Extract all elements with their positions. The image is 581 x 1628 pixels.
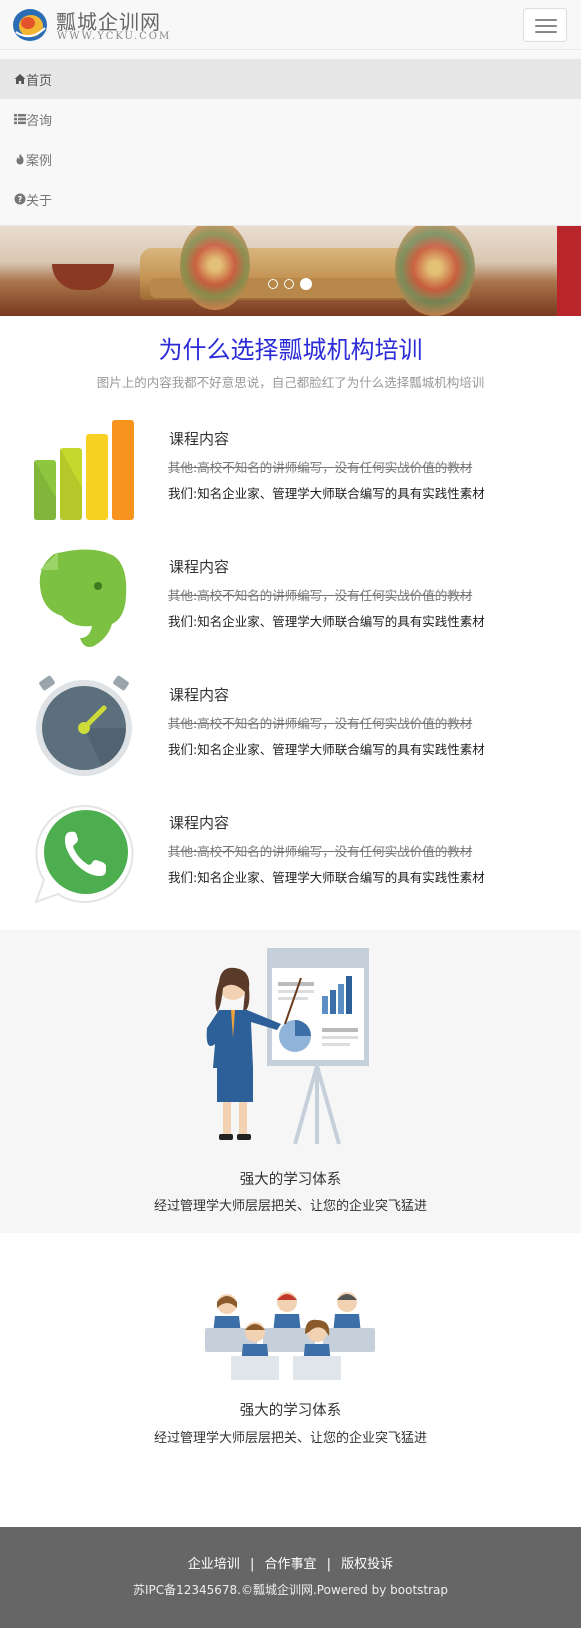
menu-item-home[interactable]: 首页 xyxy=(0,59,581,99)
carousel-dot[interactable] xyxy=(268,279,278,289)
presenter-illustration xyxy=(206,948,369,1145)
footer-copyright: 苏IPC备12345678.©瓢城企训网.Powered by bootstra… xyxy=(132,1583,449,1597)
footer: 企业培训 | 合作事宜 | 版权投诉 苏IPC备12345678.©瓢城企训网.… xyxy=(0,1527,581,1628)
footer-links: 企业培训 | 合作事宜 | 版权投诉 xyxy=(0,1553,581,1572)
feature-new-text: 我们:知名企业家、管理学大师联合编写的具有实践性素材 xyxy=(168,614,485,629)
menu-item-label: 首页 xyxy=(26,73,53,89)
panel-title: 强大的学习体系 xyxy=(239,1172,342,1188)
panel-description: 经过管理学大师层层把关、让您的企业突飞猛进 xyxy=(153,1431,427,1446)
home-icon xyxy=(14,74,26,84)
feature-item: 课程内容 其他:高校不知名的讲师编写，没有任何实战价值的教材 我们:知名企业家、… xyxy=(0,546,581,656)
footer-separator: | xyxy=(249,1557,255,1572)
menu-item-label: 案例 xyxy=(26,153,53,169)
svg-text:?: ? xyxy=(18,195,23,204)
feature-item: 课程内容 其他:高校不知名的讲师编写，没有任何实战价值的教材 我们:知名企业家、… xyxy=(0,418,581,528)
menu-item-consult[interactable]: 咨询 xyxy=(0,99,581,139)
crochet-blanket-image xyxy=(395,226,475,316)
elephant-icon xyxy=(39,549,127,647)
question-circle-icon: ? xyxy=(14,193,26,205)
list-icon xyxy=(14,114,26,125)
menu-item-cases[interactable]: 案例 xyxy=(0,139,581,179)
feature-title: 课程内容 xyxy=(169,430,230,448)
menu-item-label: 关于 xyxy=(26,193,53,209)
feature-title: 课程内容 xyxy=(169,558,230,576)
fruit-bowl-image xyxy=(52,264,114,290)
logo-icon[interactable] xyxy=(12,8,48,42)
hero-carousel[interactable] xyxy=(0,226,581,316)
carousel-dot-active[interactable] xyxy=(300,278,312,290)
feature-title: 课程内容 xyxy=(169,686,230,704)
menu-item-about[interactable]: ? 关于 xyxy=(0,179,581,219)
feature-old-text: 其他:高校不知名的讲师编写，没有任何实战价值的教材 xyxy=(168,716,473,731)
feature-new-text: 我们:知名企业家、管理学大师联合编写的具有实践性素材 xyxy=(168,742,485,757)
bar-chart-icon xyxy=(34,420,134,520)
learning-system-panel: 强大的学习体系 经过管理学大师层层把关、让您的企业突飞猛进 xyxy=(0,930,581,1233)
nav-menu: 首页 咨询 案例 ? 关于 xyxy=(0,50,581,226)
footer-link-cooperation[interactable]: 合作事宜 xyxy=(261,1557,319,1572)
brand-subtitle: WWW.YCKU.COM xyxy=(57,31,172,42)
feature-item: 课程内容 其他:高校不知名的讲师编写，没有任何实战价值的教材 我们:知名企业家、… xyxy=(0,674,581,784)
menu-toggle-button[interactable] xyxy=(523,8,567,42)
carousel-dot[interactable] xyxy=(284,279,294,289)
feature-new-text: 我们:知名企业家、管理学大师联合编写的具有实践性素材 xyxy=(168,486,485,501)
menu-item-label: 咨询 xyxy=(26,113,53,129)
feature-old-text: 其他:高校不知名的讲师编写，没有任何实战价值的教材 xyxy=(168,588,473,603)
navbar: 瓢城企训网 WWW.YCKU.COM xyxy=(0,0,581,50)
footer-link-training[interactable]: 企业培训 xyxy=(185,1557,243,1572)
panel-description: 经过管理学大师层层把关、让您的企业突飞猛进 xyxy=(153,1199,427,1214)
feature-new-text: 我们:知名企业家、管理学大师联合编写的具有实践性素材 xyxy=(168,870,485,885)
team-illustration xyxy=(205,1292,375,1380)
section-title: 为什么选择瓢城机构培训 xyxy=(158,336,423,364)
stopwatch-icon xyxy=(36,675,132,776)
section-subtitle: 图片上的内容我都不好意思说，自己都脸红了为什么选择瓢城机构培训 xyxy=(96,375,485,390)
feature-item: 课程内容 其他:高校不知名的讲师编写，没有任何实战价值的教材 我们:知名企业家、… xyxy=(0,802,581,912)
phone-chat-icon xyxy=(34,804,134,904)
carousel-indicators xyxy=(268,278,312,290)
hamburger-icon xyxy=(535,19,557,21)
panel-title: 强大的学习体系 xyxy=(239,1403,342,1419)
feature-old-text: 其他:高校不知名的讲师编写，没有任何实战价值的教材 xyxy=(168,844,473,859)
fire-icon xyxy=(16,153,24,165)
footer-separator: | xyxy=(326,1557,332,1572)
feature-old-text: 其他:高校不知名的讲师编写，没有任何实战价值的教材 xyxy=(168,460,473,475)
footer-link-copyright-complaint[interactable]: 版权投诉 xyxy=(338,1557,396,1572)
learning-system-panel: 强大的学习体系 经过管理学大师层层把关、让您的企业突飞猛进 xyxy=(0,1233,581,1527)
feature-title: 课程内容 xyxy=(169,814,230,832)
